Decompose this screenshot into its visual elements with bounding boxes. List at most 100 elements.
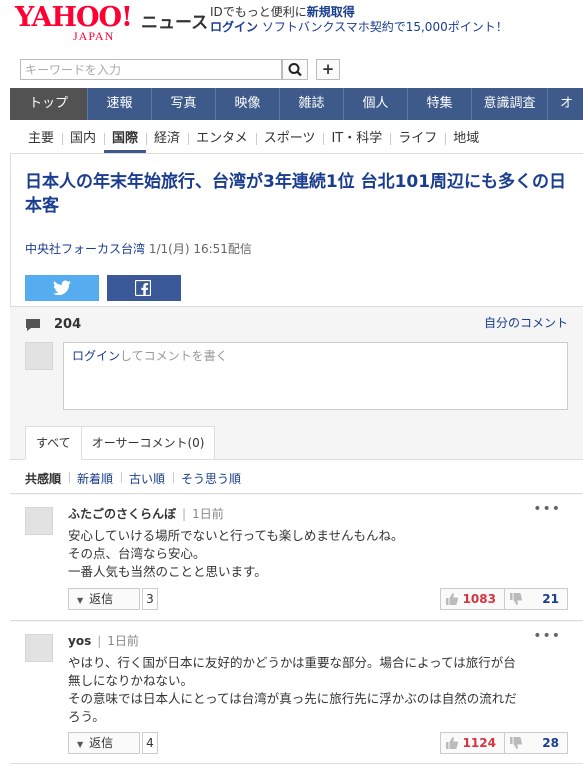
- twitter-bird-icon: [53, 280, 71, 296]
- article-source[interactable]: 中央社フォーカス台湾: [25, 242, 145, 256]
- comment-item: yos | 1日前 ••• やはり、行く国が日本に友好的かどうかは重要な部分。場合に…: [10, 622, 583, 764]
- logo-subtext: JAPAN: [73, 29, 115, 43]
- yahoo-japan-logo[interactable]: YAHOO! JAPAN: [15, 2, 139, 44]
- register-link[interactable]: 新規取得: [307, 5, 355, 19]
- reply-count: 3: [142, 588, 158, 610]
- comment-time: 1日前: [192, 507, 224, 521]
- add-shortcut-button[interactable]: +: [316, 59, 340, 80]
- category-domestic[interactable]: 国内: [62, 124, 104, 153]
- category-economy[interactable]: 経済: [146, 124, 188, 153]
- thumbs-down-icon: [509, 737, 522, 749]
- comment-bubble-icon: [26, 319, 40, 331]
- nav-tab-overflow[interactable]: オ: [548, 88, 583, 120]
- search-field[interactable]: [20, 59, 282, 80]
- reply-button[interactable]: ▼ 返信: [68, 732, 140, 754]
- agree-button[interactable]: 1124: [441, 733, 504, 753]
- login-link[interactable]: ログイン: [210, 20, 258, 34]
- comment-line: ろう。: [68, 709, 105, 724]
- reply-button[interactable]: ▼ 返信: [68, 588, 140, 610]
- avatar[interactable]: [25, 634, 53, 662]
- nav-tab-survey[interactable]: 意識調査: [472, 88, 548, 120]
- section-label[interactable]: ニュース: [141, 8, 208, 33]
- sort-by-newest[interactable]: 新着順: [69, 470, 121, 487]
- default-user-icon: [25, 342, 53, 370]
- vote-buttons: 1083 21: [440, 588, 568, 610]
- agree-button[interactable]: 1083: [441, 589, 504, 609]
- reply-label: 返信: [89, 736, 114, 750]
- softbank-promo-link[interactable]: ソフトバンクスマホ契約で15,000ポイント！: [262, 20, 508, 34]
- more-options-icon[interactable]: •••: [533, 628, 561, 644]
- my-comments-link[interactable]: 自分のコメント: [484, 314, 568, 331]
- category-international[interactable]: 国際: [104, 124, 147, 153]
- separator: |: [97, 634, 102, 648]
- sort-options: 共感順 新着順 古い順 そう思う順: [25, 470, 249, 487]
- comment-line: 無しになりかねない。: [68, 673, 194, 688]
- default-user-icon: [25, 507, 53, 535]
- comment-time: 1日前: [107, 634, 139, 648]
- tab-all[interactable]: すべて: [25, 426, 82, 460]
- search-input[interactable]: [21, 60, 281, 79]
- category-sports[interactable]: スポーツ: [255, 124, 324, 153]
- nav-tab-breaking[interactable]: 速報: [88, 88, 152, 120]
- comment-line: 一番人気も当然のことと思います。: [68, 564, 267, 579]
- tab-author-comments[interactable]: オーサーコメント(0): [81, 426, 216, 460]
- sort-by-agree[interactable]: そう思う順: [173, 470, 249, 487]
- sort-by-oldest[interactable]: 古い順: [121, 470, 173, 487]
- comment-author[interactable]: yos | 1日前: [68, 632, 139, 649]
- chevron-down-icon: ▼: [77, 740, 84, 749]
- comment-line: 安心していける場所でないと行っても楽しめませんもんね。: [68, 528, 404, 543]
- agree-count: 1083: [462, 592, 496, 606]
- twitter-share-button[interactable]: [25, 275, 99, 301]
- logo-wordmark: YAHOO!: [15, 2, 133, 33]
- comment-body: 安心していける場所でないと行っても楽しめませんもんね。 その点、台湾なら安心。 …: [68, 527, 573, 581]
- comment-input[interactable]: ログインしてコメントを書く: [63, 342, 568, 410]
- nav-tab-individual[interactable]: 個人: [344, 88, 408, 120]
- more-options-icon[interactable]: •••: [533, 501, 561, 517]
- disagree-button[interactable]: 28: [503, 733, 567, 753]
- category-entertainment[interactable]: エンタメ: [188, 124, 256, 153]
- separator: |: [182, 507, 187, 521]
- article-date: 1/1(月) 16:51配信: [148, 242, 252, 256]
- avatar[interactable]: [25, 507, 53, 535]
- nav-tab-video[interactable]: 映像: [216, 88, 280, 120]
- nav-tab-features[interactable]: 特集: [408, 88, 472, 120]
- category-life[interactable]: ライフ: [390, 124, 445, 153]
- comment-login-link[interactable]: ログイン: [72, 349, 120, 363]
- promo-block: IDでもっと便利に新規取得 ログイン ソフトバンクスマホ契約で15,000ポイン…: [210, 5, 508, 35]
- comment-input-placeholder: してコメントを書く: [120, 349, 228, 363]
- facebook-icon: [135, 280, 151, 296]
- promo-text: IDでもっと便利に: [210, 5, 307, 19]
- disagree-count: 21: [542, 592, 559, 606]
- search-icon: [288, 63, 302, 77]
- category-main[interactable]: 主要: [20, 124, 62, 153]
- thumbs-up-icon: [446, 593, 458, 605]
- site-header: YAHOO! JAPAN ニュース IDでもっと便利に新規取得 ログイン ソフト…: [0, 0, 583, 52]
- comment-body: やはり、行く国が日本に友好的かどうかは重要な部分。場合によっては旅行が台 無しに…: [68, 654, 573, 726]
- disagree-count: 28: [542, 736, 559, 750]
- article-title[interactable]: 日本人の年末年始旅行、台湾が3年連続1位 台北101周辺にも多くの日本客: [25, 170, 570, 218]
- category-local[interactable]: 地域: [445, 124, 487, 153]
- sort-by-empathy[interactable]: 共感順: [25, 470, 69, 487]
- comment-author-name[interactable]: yos: [68, 634, 91, 648]
- thumbs-up-icon: [446, 737, 458, 749]
- comment-author[interactable]: ふたごのさくらんぼ | 1日前: [68, 505, 224, 522]
- comment-line: その意味では日本人にとっては台湾が真っ先に旅行先に浮かぶのは自然の流れだ: [68, 691, 517, 706]
- category-it-science[interactable]: IT・科学: [323, 124, 390, 153]
- search-button[interactable]: [282, 59, 308, 80]
- disagree-button[interactable]: 21: [503, 589, 567, 609]
- agree-count: 1124: [462, 736, 496, 750]
- comment-item: ふたごのさくらんぼ | 1日前 ••• 安心していける場所でないと行っても楽しめませ…: [10, 495, 583, 621]
- nav-tab-magazines[interactable]: 雑誌: [280, 88, 344, 120]
- thumbs-down-icon: [509, 593, 522, 605]
- chevron-down-icon: ▼: [77, 596, 84, 605]
- reply-label: 返信: [89, 592, 114, 606]
- comment-line: やはり、行く国が日本に友好的かどうかは重要な部分。場合によっては旅行が台: [68, 655, 516, 670]
- comment-line: その点、台湾なら安心。: [68, 546, 206, 561]
- nav-tab-photos[interactable]: 写真: [152, 88, 216, 120]
- nav-tab-top[interactable]: トップ: [10, 88, 88, 120]
- comment-count: 204: [54, 317, 82, 332]
- facebook-share-button[interactable]: [107, 275, 181, 301]
- default-user-icon: [25, 634, 53, 662]
- category-nav: 主要 国内 国際 経済 エンタメ スポーツ IT・科学 ライフ 地域: [20, 124, 487, 153]
- comment-author-name[interactable]: ふたごのさくらんぼ: [68, 507, 176, 521]
